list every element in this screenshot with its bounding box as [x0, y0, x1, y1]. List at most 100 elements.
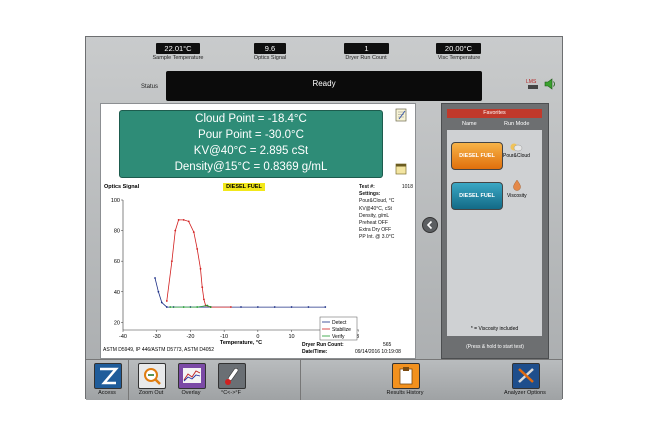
setting-item: KV@40°C, cSt [359, 205, 392, 212]
favorites-panel: Favorites Name Run Mode DIESEL FUEL Pour… [441, 103, 549, 359]
stabilize-point [196, 248, 199, 250]
kinematic-viscosity-result: KV@40°C = 2.895 cSt [193, 145, 309, 157]
status-display: Ready [166, 71, 482, 101]
overlay-label: Overlay [181, 390, 201, 396]
sticky-note-icon[interactable] [395, 162, 407, 175]
clipboard-icon [399, 367, 413, 385]
legend-stabilize: Stabilize [332, 327, 351, 333]
favorite-diesel-viscosity-button[interactable]: DIESEL FUEL [451, 182, 503, 210]
stabilize-series-line [166, 219, 231, 308]
y-tick-label: 60 [114, 259, 120, 265]
access-button[interactable] [94, 363, 122, 389]
optics-signal-value: 9.6 [254, 43, 286, 54]
verify-point [169, 306, 172, 308]
optics-signal-label: Optics Signal [253, 55, 287, 61]
verify-point [182, 306, 185, 308]
dryer-run-count-footer-label: Dryer Run Count: [302, 342, 344, 348]
settings-label: Settings: [359, 191, 381, 198]
bottom-toolbar: Access Zoom Out Overlay °C<->°F Results … [86, 359, 562, 400]
y-tick-label: 20 [114, 320, 120, 326]
y-tick-label: 80 [114, 229, 120, 235]
cooling-curve-chart: 20406080100-40-30-20-100102030 Temperatu… [111, 198, 359, 346]
verify-point [206, 304, 209, 307]
stabilize-point [165, 300, 168, 302]
viscosity-drop-icon [512, 178, 522, 191]
visc-temperature-label: Visc Temperature [437, 55, 481, 61]
detect-point [290, 306, 293, 308]
detect-point [240, 306, 242, 308]
detect-point [160, 301, 163, 304]
results-panel: Cloud Point = -18.4°C Pour Point = -30.0… [100, 103, 416, 359]
lms-icon-text: LMS [526, 79, 537, 85]
legend-detect: Detect [332, 320, 347, 326]
toolbar-divider [128, 360, 129, 400]
x-tick-label: -40 [119, 334, 127, 340]
stabilize-point [177, 218, 180, 221]
detect-point [273, 306, 276, 308]
favorite-diesel-pour-cloud-button[interactable]: DIESEL FUEL [451, 142, 503, 170]
stabilize-point [203, 298, 205, 301]
test-number-row: Test #: 1018 [359, 184, 413, 191]
results-history-button[interactable] [392, 363, 420, 389]
date-time-value: 09/14/2016 10:19:08 [355, 349, 401, 355]
y-tick-label: 100 [111, 198, 120, 204]
sample-temperature-label: Sample Temperature [152, 55, 204, 61]
thermometer-icon [225, 367, 239, 385]
stabilize-point [174, 229, 177, 232]
setting-item: Extra Dry OFF [359, 227, 392, 234]
stabilize-point [182, 218, 185, 221]
visc-temperature-value: 20.00°C [436, 43, 481, 54]
favorites-hint: (Press & hold to start test) [466, 344, 524, 350]
cloud-point-result: Cloud Point = -18.4°C [195, 113, 307, 125]
detect-point [256, 306, 259, 308]
unit-toggle-label: °C<->°F [221, 390, 241, 396]
x-tick-label: -30 [153, 334, 161, 340]
verify-point [196, 306, 199, 308]
setting-item: Density, g/mL [359, 212, 390, 219]
x-tick-label: -20 [186, 334, 194, 340]
stabilize-point [187, 220, 190, 223]
detect-point [157, 290, 160, 293]
sample-temperature-value: 22.01°C [156, 43, 200, 54]
x-axis-title: Temperature, °C [220, 340, 262, 346]
test-info: Test #: 1018 Settings: Pour&Cloud, °C KV@… [359, 184, 413, 242]
lms-icon[interactable]: LMS [526, 77, 542, 91]
viscosity-note: * = Viscosity included [470, 326, 519, 332]
stabilize-point [199, 267, 202, 270]
analyzer-options-button[interactable] [512, 363, 540, 389]
results-history-label: Results History [386, 390, 424, 396]
stabilize-point [229, 306, 232, 308]
x-tick-label: 10 [289, 334, 295, 340]
y-tick-label: 40 [114, 290, 120, 296]
overlay-button[interactable] [178, 363, 206, 389]
status-label: Status [141, 84, 159, 90]
favorites-col-mode: Run Mode [504, 121, 530, 127]
tools-icon [518, 368, 534, 383]
pour-point-result: Pour Point = -30.0°C [198, 129, 304, 141]
pour-cloud-icon [509, 140, 523, 152]
detect-point [307, 306, 310, 308]
chevron-left-icon [426, 220, 433, 230]
test-number-value: 1018 [401, 184, 413, 190]
speaker-icon[interactable] [544, 77, 556, 91]
detect-point [324, 306, 327, 308]
unit-toggle-button[interactable] [218, 363, 246, 389]
dryer-run-count-label: Dryer Run Count [345, 55, 387, 61]
panel-toggle-button[interactable] [422, 217, 438, 233]
zoom-out-button[interactable] [138, 363, 166, 389]
stabilize-point [170, 260, 173, 263]
notes-icon[interactable] [395, 108, 407, 122]
pour-cloud-mode-label: Pour&Cloud [503, 153, 530, 159]
setting-item: Preheat OFF [359, 220, 388, 227]
setting-item: PP Int. @ 3.0°C [359, 234, 395, 241]
dryer-run-count-value: 1 [344, 43, 389, 54]
date-time-label: Date/Time: [302, 349, 328, 355]
favorites-title: Favorites [447, 109, 542, 118]
detect-series-line [154, 277, 326, 308]
results-display: Cloud Point = -18.4°C Pour Point = -30.0… [119, 110, 383, 178]
verify-point [209, 306, 212, 308]
zoom-out-icon [144, 368, 161, 385]
overlay-chart-icon [183, 368, 201, 383]
dryer-run-count-footer-value: 565 [383, 342, 392, 348]
analyzer-window: 22.01°C Sample Temperature 9.6 Optics Si… [85, 36, 563, 400]
